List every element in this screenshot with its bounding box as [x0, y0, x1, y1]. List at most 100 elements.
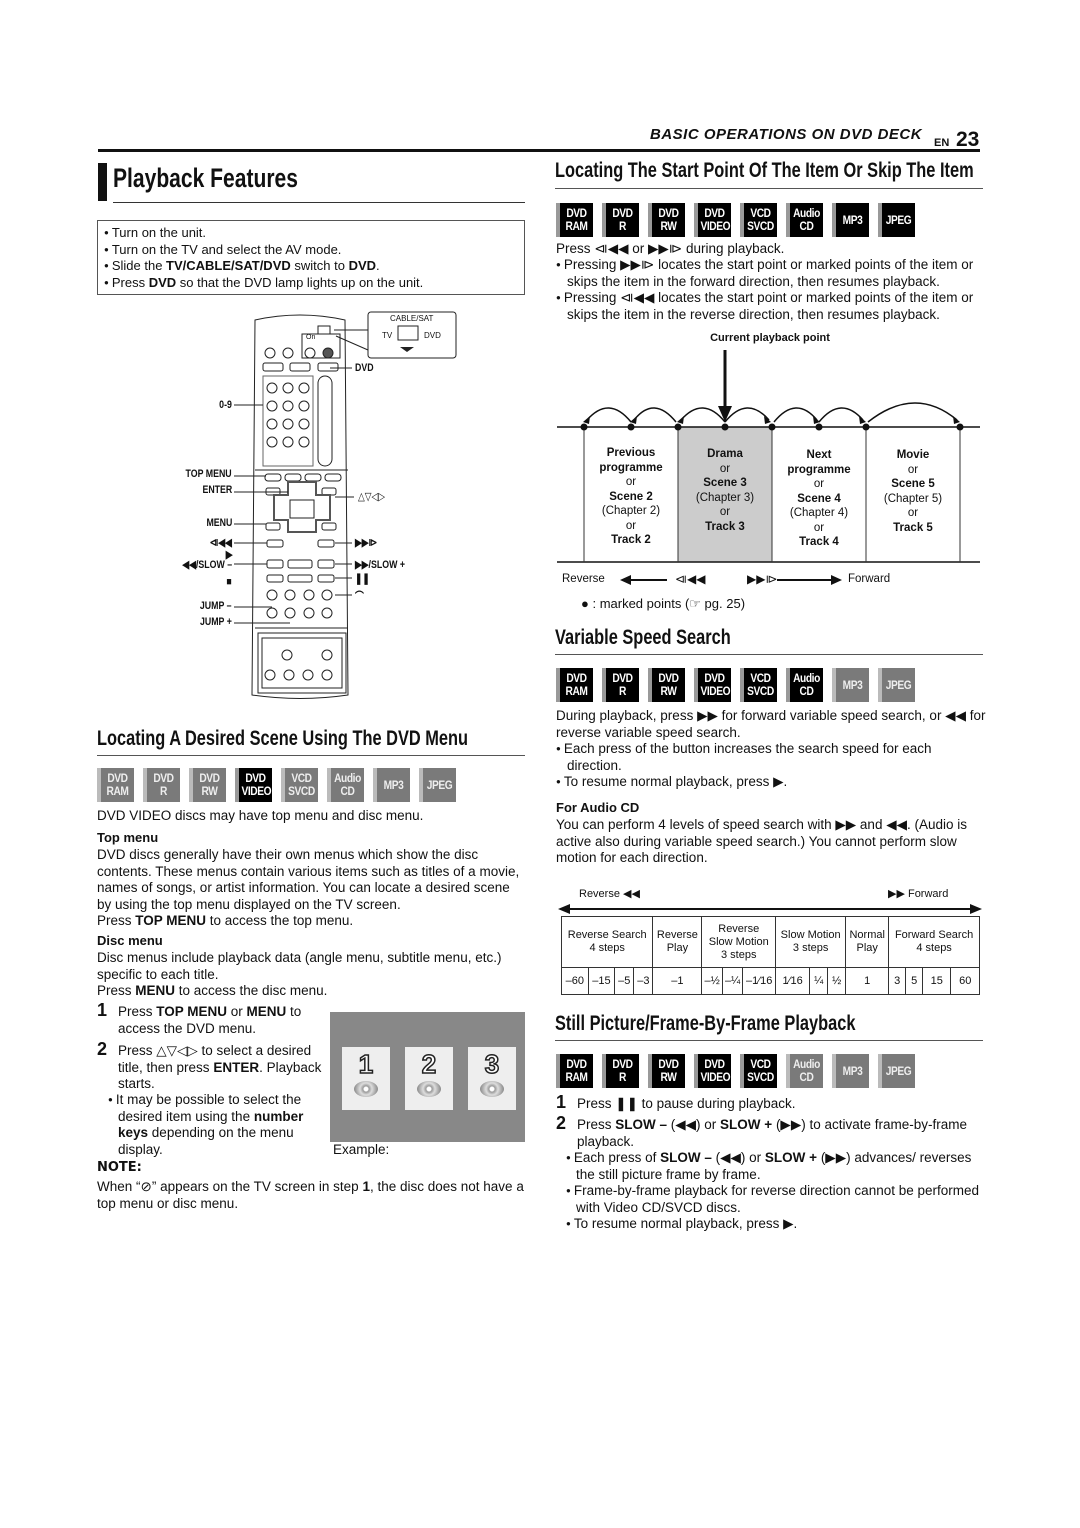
menu-title-card: 3: [468, 1047, 516, 1110]
section-title-variable-speed: Variable Speed Search: [555, 626, 731, 649]
diagram-cell-current: Drama or Scene 3 (Chapter 3) or Track 3: [695, 448, 755, 533]
dvd-menu-step-2-note: It may be possible to select the desired…: [108, 1092, 323, 1158]
locate-intro: Press ⧏◀◀ or ▶▶⧐ during playback.: [556, 241, 785, 256]
label-dvd-button: DVD: [355, 362, 374, 374]
remote-control-drawing: [234, 311, 457, 699]
disc-badge-vcd-svcd: VCD SVCD: [740, 1054, 777, 1088]
top-menu-text: DVD discs generally have their own menus…: [97, 847, 520, 928]
skip-back-icon: ⧏◀◀: [675, 572, 706, 586]
still-bullet: Each press of SLOW – (◀◀) or SLOW + (▶▶)…: [566, 1150, 986, 1183]
forward-label: Forward: [848, 573, 891, 585]
label-menu: MENU: [206, 517, 232, 529]
label-stop: ■: [226, 576, 232, 588]
language-code: EN: [934, 137, 950, 149]
preparation-box: Turn on the unit. Turn on the TV and sel…: [97, 220, 525, 295]
label-enter: ENTER: [202, 484, 232, 496]
label-jump-plus: JUMP +: [200, 616, 232, 628]
speed-value-cell: 3: [888, 967, 907, 995]
audio-cd-heading: For Audio CD: [556, 800, 640, 815]
prep-item: Turn on the unit.: [104, 225, 518, 242]
speed-value-cell: –1: [652, 967, 703, 995]
disc-menu-text: Disc menus include playback data (angle …: [97, 950, 502, 998]
disc-badge-vcd-svcd: VCD SVCD: [281, 768, 318, 802]
disc-badge-jpeg: JPEG: [878, 1054, 915, 1088]
switch-label-tv: TV: [382, 331, 393, 340]
speed-value-cell: 15: [922, 967, 952, 995]
label-skip-forward: ▶▶⧐: [355, 537, 378, 549]
speed-value-cell: ¼: [809, 967, 829, 995]
disc-badge-jpeg: JPEG: [878, 668, 915, 702]
prep-item: Press DVD so that the DVD lamp lights up…: [104, 275, 518, 292]
top-menu-heading: Top menu: [97, 830, 159, 845]
section-title-dvd-menu: Locating A Desired Scene Using The DVD M…: [97, 727, 469, 750]
speed-group-cell: Slow Motion 3 steps: [775, 916, 847, 968]
disc-badge-dvd-rw: DVD RW: [648, 668, 685, 702]
dvd-menu-intro: DVD VIDEO discs may have top menu and di…: [97, 808, 424, 823]
label-slow-plus: ▶▶/SLOW +: [355, 559, 405, 571]
speed-value-cell: 1⁄16: [775, 967, 811, 995]
speed-value-cell: ½: [827, 967, 847, 995]
disc-menu-heading: Disc menu: [97, 933, 163, 948]
note-heading: NOTE:: [97, 1160, 142, 1175]
disc-badge-dvd-video: DVD VIDEO: [235, 768, 272, 802]
speed-value-cell: –1⁄16: [742, 967, 777, 995]
disc-badge-dvd-ram: DVD RAM: [556, 203, 593, 237]
label-return: ⌒: [355, 591, 364, 603]
disc-badge-dvd-rw: DVD RW: [189, 768, 226, 802]
disc-badges-still: DVD RAM DVD R DVD RW DVD VIDEO VCD SVCD Audio CD MP3…: [556, 1054, 915, 1088]
section-title-still: Still Picture/Frame-By-Frame Playback: [555, 1012, 856, 1035]
disc-badge-dvd-ram: DVD RAM: [556, 1054, 593, 1088]
marked-points-legend: ● : marked points (☞ pg. 25): [581, 596, 746, 611]
disc-badge-dvd-ram: DVD RAM: [97, 768, 134, 802]
running-header: BASIC OPERATIONS ON DVD DECK: [650, 126, 923, 143]
disc-badge-jpeg: JPEG: [878, 203, 915, 237]
speed-value-cell: 1: [845, 967, 890, 995]
page-title: Playback Features: [113, 163, 298, 193]
speed-value-cell: –60: [561, 967, 589, 995]
speed-reverse-label: Reverse ◀◀: [579, 888, 640, 900]
disc-badge-dvd-video: DVD VIDEO: [694, 203, 731, 237]
disc-icon: [417, 1081, 441, 1097]
menu-title-card: 1: [342, 1047, 390, 1110]
speed-group-cell: Reverse Slow Motion 3 steps: [701, 916, 777, 968]
speed-value-cell: –3: [633, 967, 654, 995]
disc-badges-locate: DVD RAM DVD R DVD RW DVD VIDEO VCD SVCD Audio CD MP3…: [556, 203, 915, 237]
locate-bullet: Pressing ⧏◀◀ locates the start point or …: [556, 290, 986, 323]
disc-badge-audio-cd: Audio CD: [786, 668, 823, 702]
disc-badge-dvd-rw: DVD RW: [648, 1054, 685, 1088]
disc-badge-mp3: MP3: [832, 203, 869, 237]
speed-group-cell: Reverse Play: [652, 916, 703, 968]
section-rule: [555, 1040, 983, 1041]
title-rule: [113, 202, 525, 203]
prep-item: Slide the TV/CABLE/SAT/DVD switch to DVD…: [104, 258, 518, 275]
speed-direction-arrow: [558, 904, 982, 914]
speed-value-cell: –15: [587, 967, 616, 995]
disc-badge-dvd-video: DVD VIDEO: [694, 1054, 731, 1088]
menu-title-card: 2: [405, 1047, 453, 1110]
disc-badge-vcd-svcd: VCD SVCD: [740, 668, 777, 702]
prep-item: Turn on the TV and select the AV mode.: [104, 242, 518, 259]
label-number-keys: 0-9: [219, 399, 232, 411]
disc-badge-dvd-ram: DVD RAM: [556, 668, 593, 702]
disc-badge-mp3: MP3: [832, 1054, 869, 1088]
disc-icon: [480, 1081, 504, 1097]
diagram-cell: Previous programme or Scene 2 (Chapter 2) or T…: [599, 447, 663, 546]
skip-diagram: Current playback point Previous programme…: [555, 330, 985, 611]
remote-control-illustration: CABLE/SAT TV DVD On DVD 0-9 TOP MENU ENT…: [170, 310, 470, 720]
speed-group-cell: Forward Search 4 steps: [888, 916, 980, 968]
still-bullet: To resume normal playback, press ▶.: [566, 1216, 986, 1233]
disc-badges-variable: DVD RAM DVD R DVD RW DVD VIDEO VCD SVCD Audio CD MP3…: [556, 668, 915, 702]
dvd-menu-step-2: 2 Press △▽◁▷ to select a desired title, …: [97, 1039, 322, 1091]
speed-forward-label: ▶▶ Forward: [888, 888, 949, 900]
disc-badge-audio-cd: Audio CD: [786, 203, 823, 237]
section-rule: [555, 654, 983, 655]
disc-badge-audio-cd: Audio CD: [786, 1054, 823, 1088]
speed-table: Reverse Search 4 steps Reverse Play Reverse S…: [560, 916, 980, 995]
speed-value-cell: –¼: [721, 967, 744, 995]
variable-bullet: To resume normal playback, press ▶.: [556, 774, 986, 791]
label-top-menu: TOP MENU: [185, 468, 232, 480]
disc-badge-dvd-r: DVD R: [602, 668, 639, 702]
header-rule: [98, 149, 980, 152]
on-label: On: [306, 334, 316, 341]
label-jump-minus: JUMP –: [200, 600, 232, 612]
